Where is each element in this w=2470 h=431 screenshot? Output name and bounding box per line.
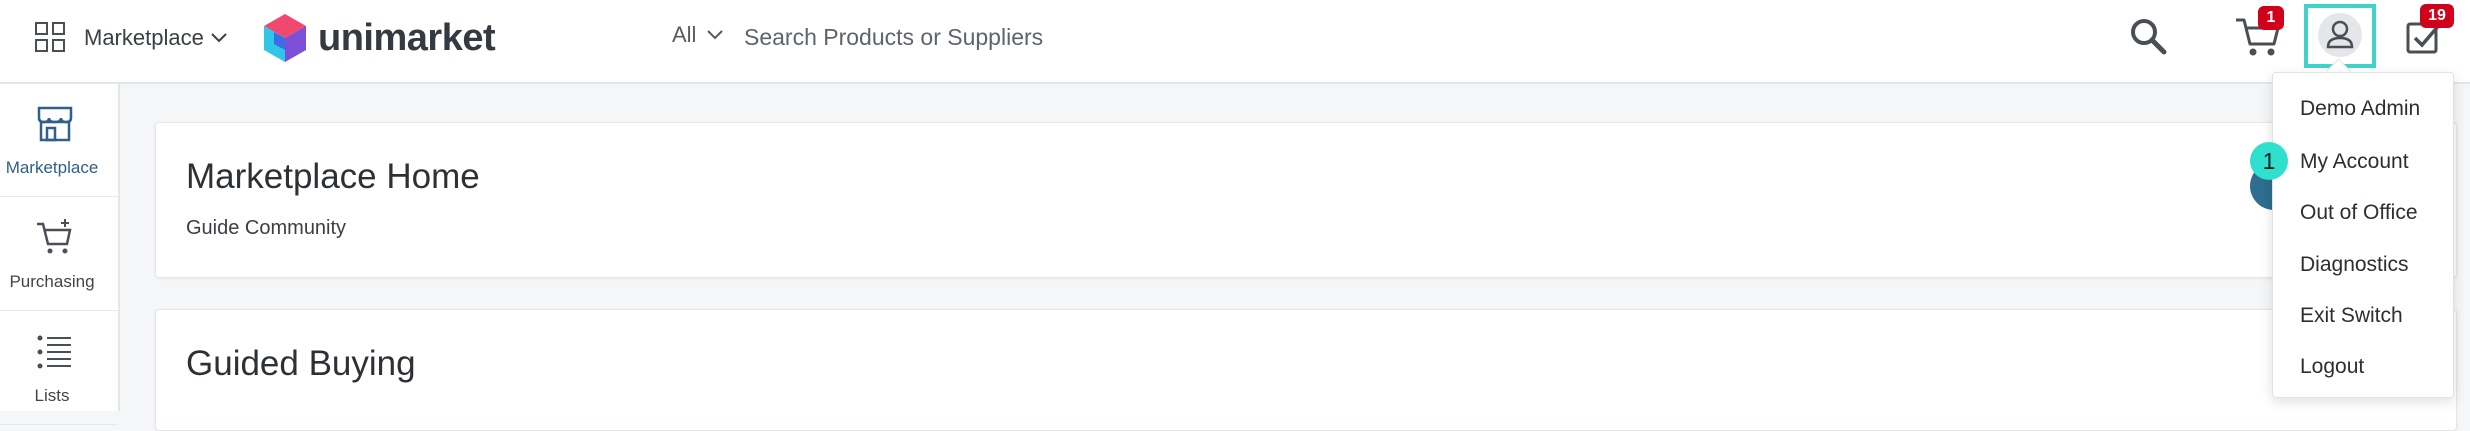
sidebar-item-label: Marketplace [5, 158, 99, 177]
menu-item-exit-switch[interactable]: Exit Switch [2300, 304, 2403, 328]
card-title: Guided Buying [186, 344, 416, 383]
tasks-count-badge: 19 [2420, 4, 2454, 28]
card-title: Marketplace Home [186, 157, 480, 196]
guide-community-link[interactable]: Guide Community [186, 217, 346, 240]
list-icon [37, 335, 71, 369]
menu-item-diagnostics[interactable]: Diagnostics [2300, 253, 2409, 277]
top-bar: Marketplace unimarket All 1 [0, 0, 2470, 84]
user-account-button[interactable] [2304, 4, 2376, 68]
search-scope-label: All [672, 22, 697, 47]
logo-text: unimarket [318, 16, 496, 59]
sidebar-item-marketplace[interactable]: Marketplace [0, 84, 118, 197]
user-icon [2326, 20, 2354, 49]
menu-item-logout[interactable]: Logout [2300, 355, 2364, 379]
marketplace-home-card: Marketplace Home Guide Community [155, 122, 2457, 278]
sidebar: Marketplace Purchasing Lists [0, 84, 120, 425]
menu-item-my-account[interactable]: My Account [2300, 150, 2409, 174]
sidebar-item-purchasing[interactable]: Purchasing [0, 198, 118, 311]
user-menu: Demo Admin My Account Out of Office Diag… [2272, 72, 2454, 398]
app-grid-icon[interactable] [34, 21, 66, 53]
chevron-down-icon [707, 30, 724, 40]
sidebar-item-label: Lists [34, 386, 70, 405]
logo-mark-icon [264, 14, 306, 62]
unimarket-logo[interactable]: unimarket [262, 12, 496, 64]
sidebar-item-lists[interactable]: Lists [0, 312, 118, 425]
avatar [2318, 13, 2362, 57]
marketplace-switcher-label: Marketplace [84, 25, 204, 50]
cart-plus-icon [37, 219, 72, 254]
marketplace-switcher[interactable]: Marketplace [84, 22, 228, 54]
search-icon[interactable] [2128, 16, 2168, 56]
menu-item-out-of-office[interactable]: Out of Office [2300, 201, 2418, 225]
step-marker: 1 [2250, 142, 2288, 180]
search-scope-select[interactable]: All [672, 22, 724, 48]
menu-user-name: Demo Admin [2300, 97, 2421, 120]
guided-buying-card: Guided Buying [155, 309, 2457, 431]
sidebar-item-label: Purchasing [9, 272, 95, 291]
cart-count-badge: 1 [2258, 6, 2284, 30]
storefront-icon [37, 106, 73, 142]
search-input[interactable] [742, 16, 1306, 58]
chevron-down-icon [211, 33, 227, 43]
